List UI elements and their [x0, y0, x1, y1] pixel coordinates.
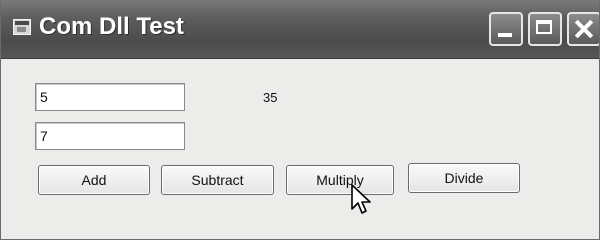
pointer-cursor-icon — [351, 184, 371, 214]
minimize-icon[interactable] — [489, 12, 523, 46]
title-bar[interactable]: Com Dll Test — [1, 0, 599, 59]
multiply-button[interactable]: Multiply — [286, 165, 394, 195]
app-icon[interactable] — [13, 19, 31, 35]
result-label: 35 — [263, 90, 278, 105]
app-window: Com Dll Test 35 Add Subtract Multiply Di… — [0, 0, 600, 240]
window-title: Com Dll Test — [39, 13, 184, 40]
divide-button[interactable]: Divide — [408, 163, 520, 193]
second-number-input[interactable] — [35, 122, 185, 150]
add-button[interactable]: Add — [38, 165, 150, 195]
close-icon[interactable] — [567, 12, 599, 46]
first-number-input[interactable] — [35, 83, 185, 111]
subtract-button[interactable]: Subtract — [161, 165, 274, 195]
maximize-icon[interactable] — [528, 12, 562, 46]
